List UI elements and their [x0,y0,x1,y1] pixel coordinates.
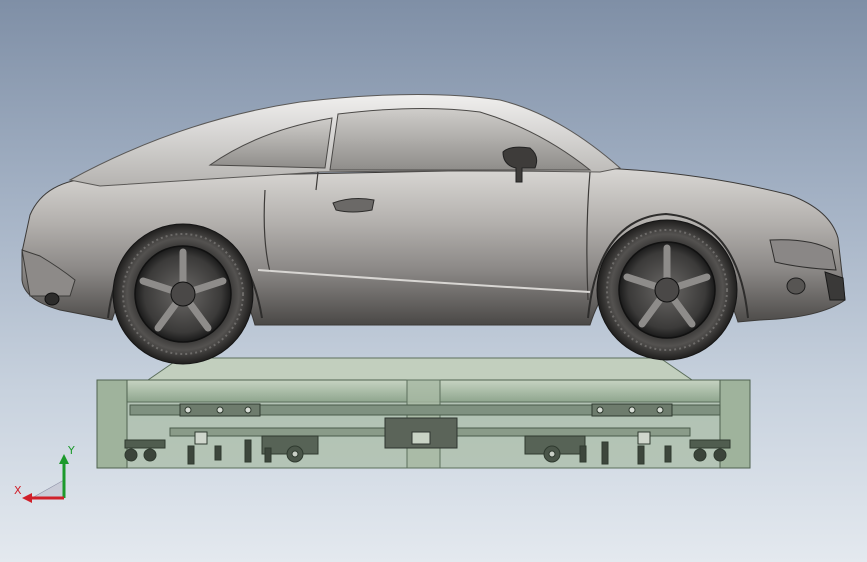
platform-leg-left [96,379,128,469]
rear-wheel [112,223,254,365]
door-handle [332,198,375,213]
coordinate-triad: Y X [14,444,75,503]
fog-light [786,277,806,295]
drive-box-window [411,431,431,445]
front-wheel [596,219,738,361]
exhaust-pipe [44,292,60,306]
cad-viewport[interactable] [0,0,867,562]
transfer-platform[interactable] [96,357,751,469]
x-axis-label: X [14,484,22,497]
z-axis-icon [30,479,65,499]
y-axis-label: Y [67,444,75,457]
car-model[interactable] [21,93,846,365]
platform-top-plate [146,357,694,381]
